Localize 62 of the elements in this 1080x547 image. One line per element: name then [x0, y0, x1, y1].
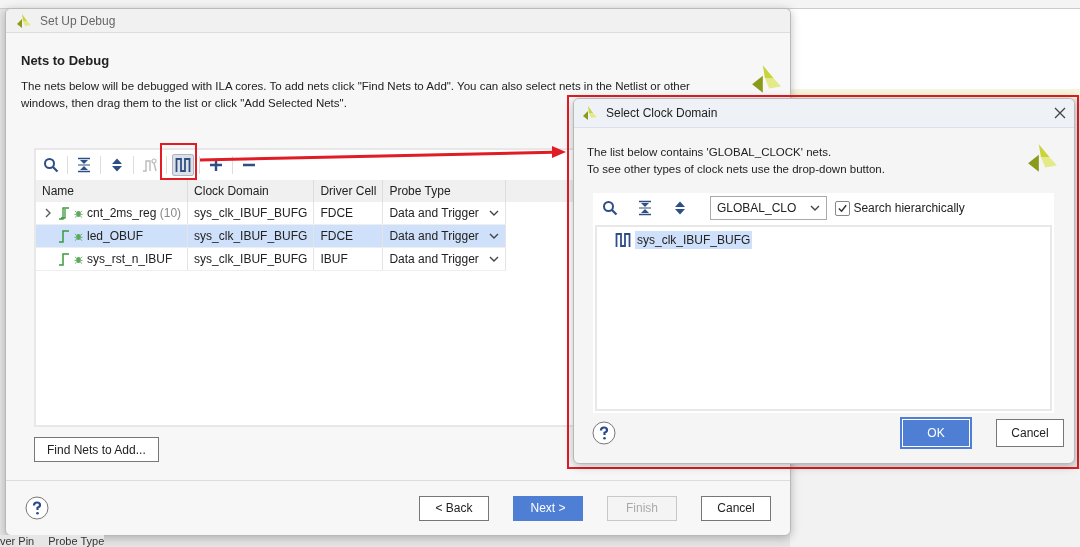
signal-icon — [58, 229, 70, 244]
search-icon — [43, 157, 59, 174]
debug-marker-icon — [74, 254, 83, 264]
debug-marker-icon — [74, 208, 83, 218]
description-text: The nets below will be debugged with ILA cores. To add nets click "Find Nets to Add". You can also select nets in the Netlist or other — [21, 79, 690, 95]
dialog-button[interactable]: < Back — [419, 495, 489, 521]
page-heading: Nets to Debug — [21, 53, 110, 69]
clock-type-dropdown[interactable]: GLOBAL_CLO — [710, 196, 828, 220]
checkbox[interactable] — [835, 200, 851, 216]
dialog-button[interactable]: OK — [902, 419, 970, 447]
collapse-all-icon — [637, 200, 653, 216]
description-text: To see other types of clock nets use the drop-down button. — [587, 162, 886, 177]
logo-icon — [16, 12, 32, 29]
description-text: windows, then drag them to the list or click "Add Selected Nets". — [21, 96, 347, 112]
net-name: sys_rst_n_IBUF — [87, 252, 173, 267]
close-icon[interactable] — [1054, 107, 1066, 119]
collapse-all-icon — [76, 157, 92, 174]
net-name: led_OBUF — [87, 229, 144, 244]
window-title: Select Clock Domain — [606, 106, 718, 120]
debug-marker-icon — [74, 231, 83, 241]
dialog-button[interactable]: Next > — [513, 495, 583, 521]
column-header[interactable]: Name — [36, 180, 188, 203]
checkbox-label[interactable]: Search hierarchically — [853, 201, 965, 215]
probe-type-value: Data and Trigger — [389, 229, 479, 244]
expand-all-icon — [109, 157, 125, 174]
table-cell: sys_clk_IBUF_BUFG — [187, 202, 314, 225]
logo-icon — [582, 105, 598, 121]
column-header[interactable]: Clock Domain — [187, 180, 314, 203]
dialog-button[interactable]: Cancel — [996, 419, 1064, 447]
signal-icon — [58, 252, 70, 267]
net-name: cnt_2ms_reg (10) — [87, 206, 182, 221]
logo-icon — [1026, 142, 1058, 174]
dialog-button[interactable]: Cancel — [701, 495, 771, 521]
table-row[interactable]: sys_rst_n_IBUF sys_clk_IBUF_BUFG IBUF Data and Trigger — [36, 247, 506, 271]
table-cell: sys_clk_IBUF_BUFG — [187, 224, 314, 248]
remove-icon — [241, 163, 257, 168]
highlight-frame — [160, 143, 197, 180]
column-header[interactable]: Driver Cell — [313, 180, 383, 203]
toolbar-button[interactable] — [172, 154, 194, 177]
clock-wave-icon — [615, 232, 631, 248]
probe-type-value: Data and Trigger — [389, 206, 479, 221]
table-row[interactable]: led_OBUF sys_clk_IBUF_BUFG FDCE Data and Trigger — [36, 224, 506, 248]
help-button[interactable] — [592, 421, 616, 445]
table-row[interactable]: cnt_2ms_reg (10) sys_clk_IBUF_BUFG FDCE Data and Trigger — [36, 202, 506, 225]
bus-signal-icon — [58, 206, 70, 221]
help-button[interactable] — [25, 496, 49, 521]
window-title: Set Up Debug — [40, 13, 116, 28]
column-header: ver Pin — [0, 535, 35, 547]
find-nets-button[interactable]: Find Nets to Add... — [34, 437, 159, 463]
search-icon — [602, 200, 618, 216]
list-item[interactable]: sys_clk_IBUF_BUFG — [635, 231, 753, 249]
clock-wave-icon — [175, 157, 191, 174]
probe-type-value: Data and Trigger — [389, 252, 479, 267]
column-header[interactable]: Probe Type — [382, 180, 506, 203]
description-text: The list below contains 'GLOBAL_CLOCK' nets. — [587, 145, 833, 160]
table-cell: IBUF — [313, 247, 383, 271]
schematic-icon — [142, 157, 158, 174]
table-cell: sys_clk_IBUF_BUFG — [187, 247, 314, 271]
column-header: Probe Type — [48, 535, 105, 547]
table-cell: FDCE — [313, 202, 383, 225]
logo-icon — [750, 63, 782, 96]
expand-all-icon — [672, 200, 688, 216]
